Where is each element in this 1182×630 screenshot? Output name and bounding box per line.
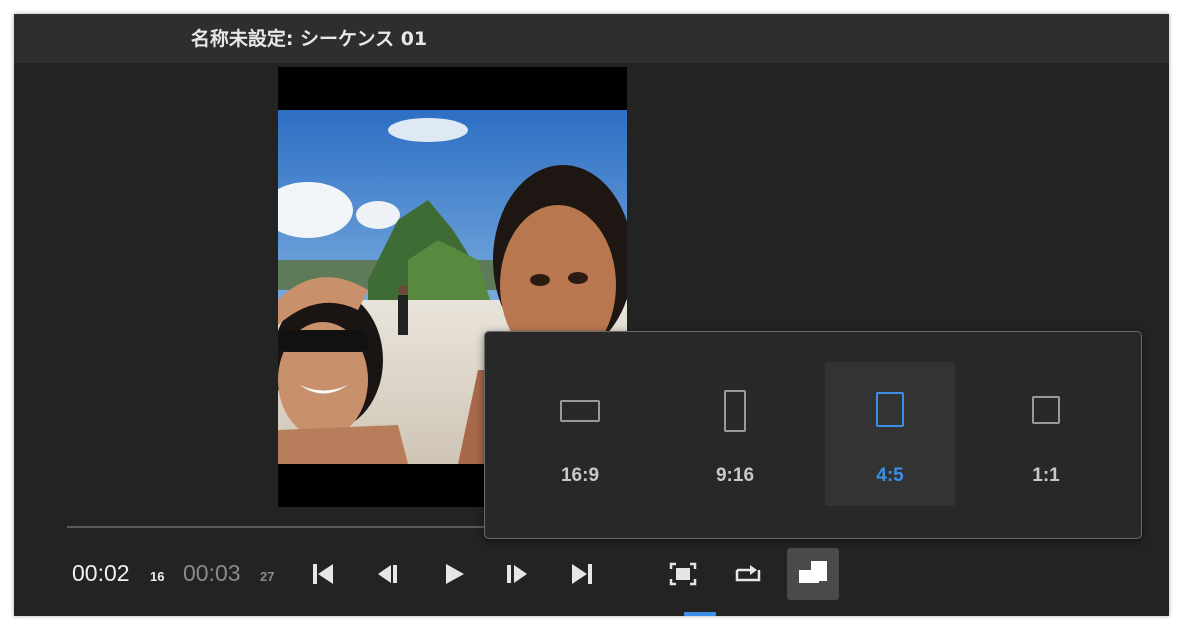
- current-timecode-frames: 16: [150, 569, 165, 584]
- fit-frame-button[interactable]: [667, 556, 699, 592]
- loop-icon: [734, 562, 762, 586]
- aspect-option-4-5[interactable]: 4:5: [825, 362, 955, 506]
- step-to-end-icon: [569, 561, 595, 587]
- duration-timecode: 00:03: [183, 560, 241, 586]
- step-forward-button[interactable]: [501, 556, 533, 592]
- step-back-icon: [375, 561, 401, 587]
- square-frame-icon: [1032, 396, 1060, 424]
- current-timecode[interactable]: 00:02: [72, 560, 130, 587]
- step-forward-icon: [504, 561, 530, 587]
- aspect-option-9-16[interactable]: 9:16: [670, 362, 800, 506]
- aspect-ratio-icon: [797, 558, 829, 591]
- duration-timecode-frames: 27: [260, 569, 275, 584]
- portrait-frame-icon: [724, 390, 746, 432]
- title-bar: 名称未設定: シーケンス 01: [14, 14, 1169, 63]
- vertical-frame-icon: [876, 392, 904, 427]
- active-indicator: [684, 612, 716, 616]
- aspect-option-label: 4:5: [876, 465, 904, 486]
- landscape-frame-icon: [560, 400, 600, 422]
- go-to-out-point-button[interactable]: [566, 556, 598, 592]
- aspect-option-1-1[interactable]: 1:1: [981, 362, 1111, 506]
- play-icon: [441, 561, 467, 587]
- program-monitor-window: 名称未設定: シーケンス 01 00:02 16 00:03 27 16:9 9…: [14, 14, 1169, 616]
- fit-frame-icon: [669, 562, 697, 586]
- step-to-start-icon: [310, 561, 336, 587]
- step-back-button[interactable]: [372, 556, 404, 592]
- go-to-in-point-button[interactable]: [307, 556, 339, 592]
- aspect-ratio-button[interactable]: [787, 548, 839, 600]
- loop-button[interactable]: [732, 556, 764, 592]
- sequence-title: 名称未設定: シーケンス 01: [190, 28, 428, 50]
- aspect-option-label: 16:9: [560, 465, 600, 486]
- aspect-option-label: 1:1: [1032, 465, 1060, 486]
- playhead-track[interactable]: [67, 526, 497, 528]
- play-button[interactable]: [438, 556, 470, 592]
- aspect-option-label: 9:16: [715, 465, 755, 486]
- aspect-option-16-9[interactable]: 16:9: [515, 362, 645, 506]
- aspect-ratio-popover: 16:9 9:16 4:5 1:1: [484, 331, 1142, 539]
